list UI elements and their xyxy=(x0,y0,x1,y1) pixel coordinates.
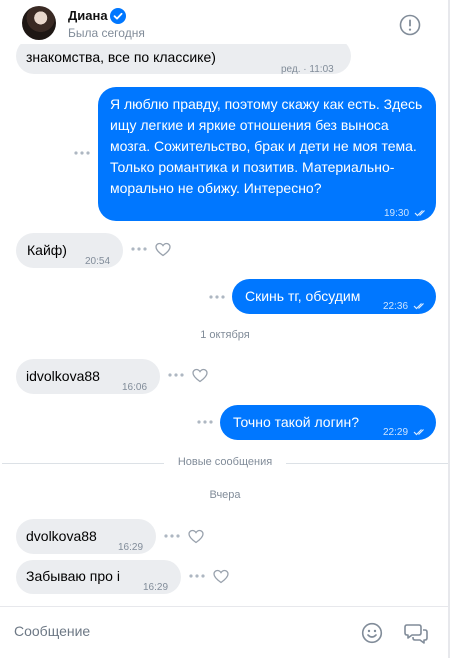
emoji-icon[interactable] xyxy=(361,622,383,644)
message-time: 16:29 xyxy=(143,582,169,593)
read-ticks-icon xyxy=(413,303,424,310)
more-dots-icon[interactable] xyxy=(131,247,147,251)
message-time: 16:06 xyxy=(122,382,148,393)
message-text: dvolkova88 xyxy=(26,528,97,544)
incoming-message[interactable]: idvolkova88 16:06 xyxy=(16,359,160,394)
more-dots-icon[interactable] xyxy=(74,151,90,155)
message-time: 16:29 xyxy=(118,542,144,553)
outgoing-message[interactable]: Я люблю правду, поэтому скажу как есть. … xyxy=(98,87,436,221)
read-ticks-icon xyxy=(413,429,424,436)
message-meta: ред. · 11:03 xyxy=(281,64,334,75)
more-dots-icon[interactable] xyxy=(168,373,184,377)
info-icon[interactable] xyxy=(399,14,421,36)
new-messages-line-right xyxy=(286,463,448,464)
chat-send-icon[interactable] xyxy=(404,622,428,644)
incoming-message[interactable]: dvolkova88 16:29 xyxy=(16,519,156,554)
message-text: Я люблю правду, поэтому скажу как есть. … xyxy=(110,96,423,196)
more-dots-icon[interactable] xyxy=(164,534,180,538)
read-ticks-icon xyxy=(414,210,425,217)
heart-icon[interactable] xyxy=(213,569,229,584)
contact-name[interactable]: Диана xyxy=(68,8,108,23)
chat-header: Диана Была сегодня xyxy=(0,0,450,44)
message-time: 22:29 xyxy=(383,422,427,443)
message-text: Кайф) xyxy=(27,242,67,258)
outgoing-message[interactable]: Скинь тг, обсудим 22:36 xyxy=(232,279,436,314)
more-dots-icon[interactable] xyxy=(189,574,205,578)
message-text: Точно такой логин? xyxy=(233,414,360,430)
verified-icon xyxy=(110,8,126,24)
avatar[interactable] xyxy=(22,6,56,40)
message-composer: Сообщение xyxy=(0,606,448,658)
message-text: idvolkova88 xyxy=(26,368,100,384)
date-separator: Вчера xyxy=(209,489,241,501)
message-time: 19:30 xyxy=(384,203,428,224)
heart-icon[interactable] xyxy=(188,529,204,544)
message-text: Забываю про i xyxy=(26,568,120,584)
more-dots-icon[interactable] xyxy=(209,295,225,299)
message-input[interactable]: Сообщение xyxy=(14,623,90,639)
new-messages-separator: Новые сообщения xyxy=(177,456,273,468)
incoming-message[interactable]: Забываю про i 16:29 xyxy=(16,560,181,594)
message-time: 20:54 xyxy=(85,256,111,267)
contact-status: Была сегодня xyxy=(68,26,145,40)
date-separator: 1 октября xyxy=(200,329,250,341)
message-text: знакомства, все по классике) xyxy=(26,49,216,65)
message-text: Скинь тг, обсудим xyxy=(245,288,361,304)
outgoing-message[interactable]: Точно такой логин? 22:29 xyxy=(220,405,436,440)
incoming-message[interactable]: Кайф) 20:54 xyxy=(16,233,123,268)
heart-icon[interactable] xyxy=(192,368,208,383)
heart-icon[interactable] xyxy=(155,242,171,257)
message-time: 22:36 xyxy=(383,296,427,317)
more-dots-icon[interactable] xyxy=(197,420,213,424)
